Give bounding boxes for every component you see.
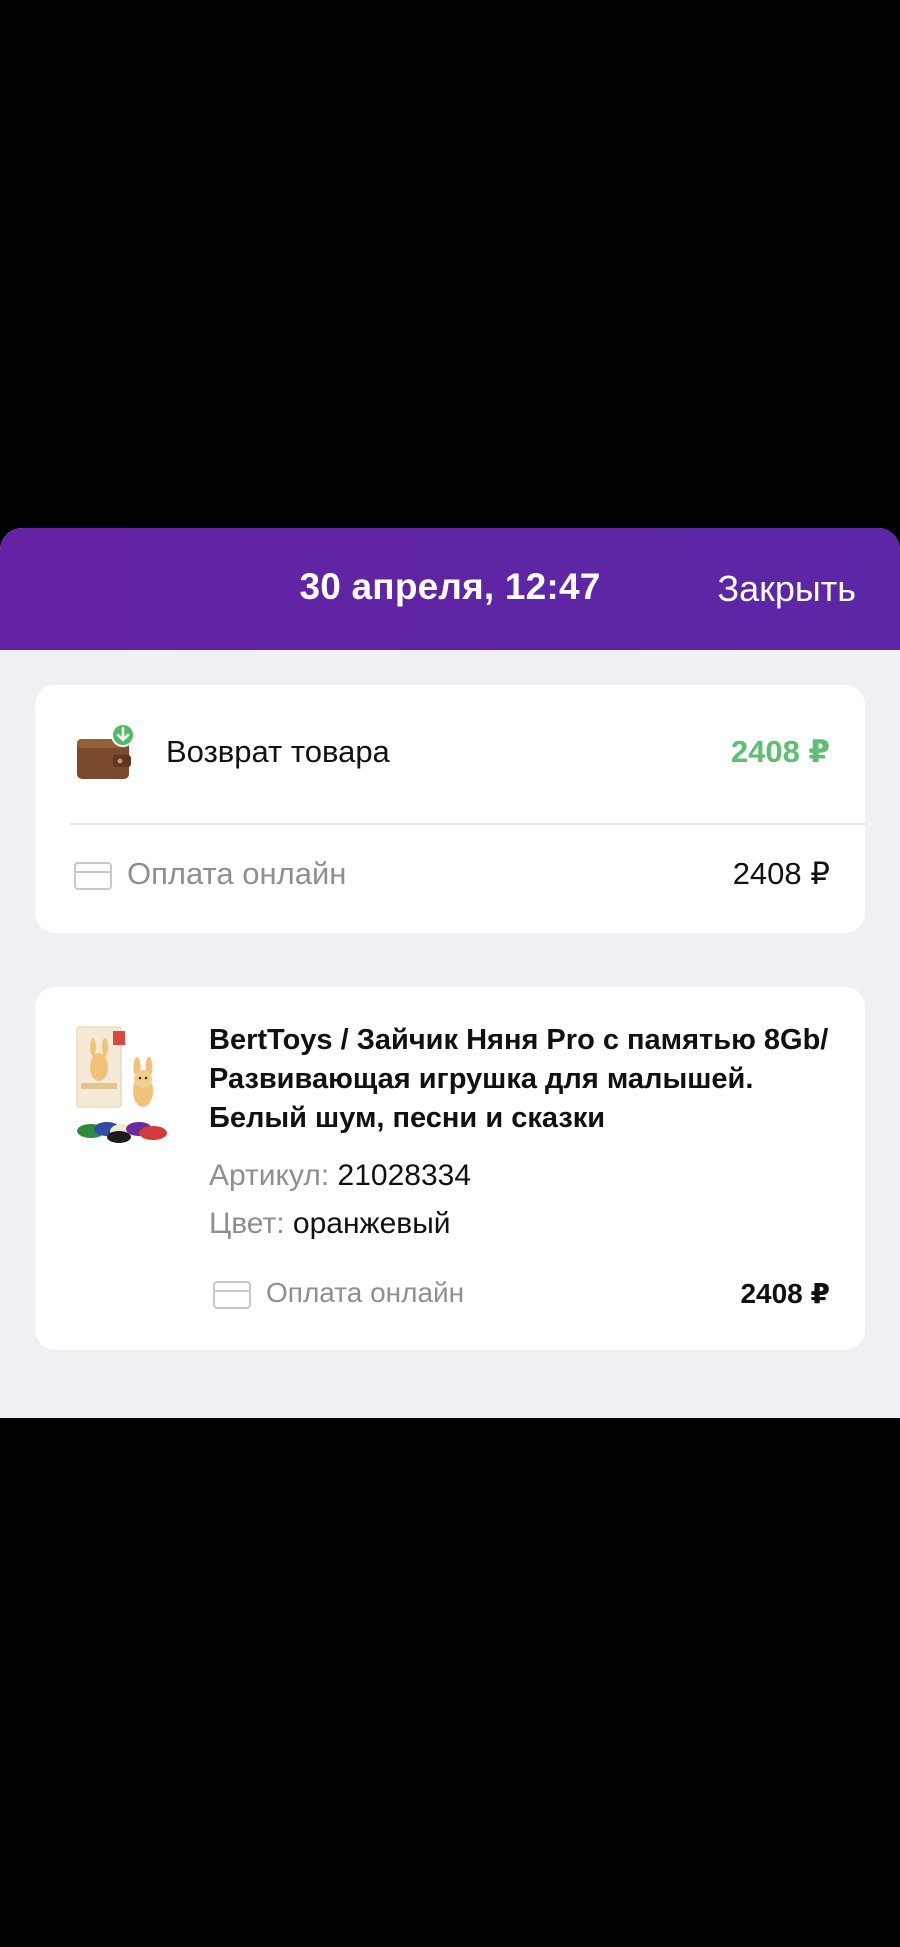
wallet-refund-icon: [77, 723, 135, 779]
product-thumbnail[interactable]: [73, 1023, 173, 1151]
sku-label: Артикул:: [209, 1159, 330, 1192]
refund-label: Возврат товара: [166, 734, 390, 769]
refund-row: Возврат товара 2408 ₽: [35, 685, 865, 823]
transaction-details-sheet: 30 апреля, 12:47 Закрыть Возврат товара …: [0, 528, 900, 1418]
payment-method-label: Оплата онлайн: [127, 856, 347, 891]
color-value: оранжевый: [292, 1207, 451, 1240]
divider: [70, 823, 865, 825]
product-color: Цвет: оранжевый: [209, 1207, 451, 1241]
product-title[interactable]: BertToys / Зайчик Няня Pro с памятью 8Gb…: [209, 1021, 834, 1138]
close-button[interactable]: Закрыть: [717, 568, 856, 610]
item-payment-method: Оплата онлайн: [266, 1277, 465, 1308]
order-item-card[interactable]: BertToys / Зайчик Няня Pro с памятью 8Gb…: [35, 987, 865, 1350]
sheet-header: 30 апреля, 12:47 Закрыть: [0, 528, 900, 650]
refund-summary-card: Возврат товара 2408 ₽ Оплата онлайн 2408…: [35, 685, 865, 933]
credit-card-icon: [74, 862, 112, 890]
refund-amount: 2408 ₽: [730, 734, 830, 769]
product-sku: Артикул: 21028334: [209, 1159, 471, 1193]
color-label: Цвет:: [209, 1207, 285, 1240]
item-price: 2408 ₽: [740, 1278, 830, 1309]
credit-card-icon: [213, 1281, 251, 1309]
sku-value: 21028334: [337, 1159, 472, 1192]
payment-amount: 2408 ₽: [732, 856, 830, 891]
